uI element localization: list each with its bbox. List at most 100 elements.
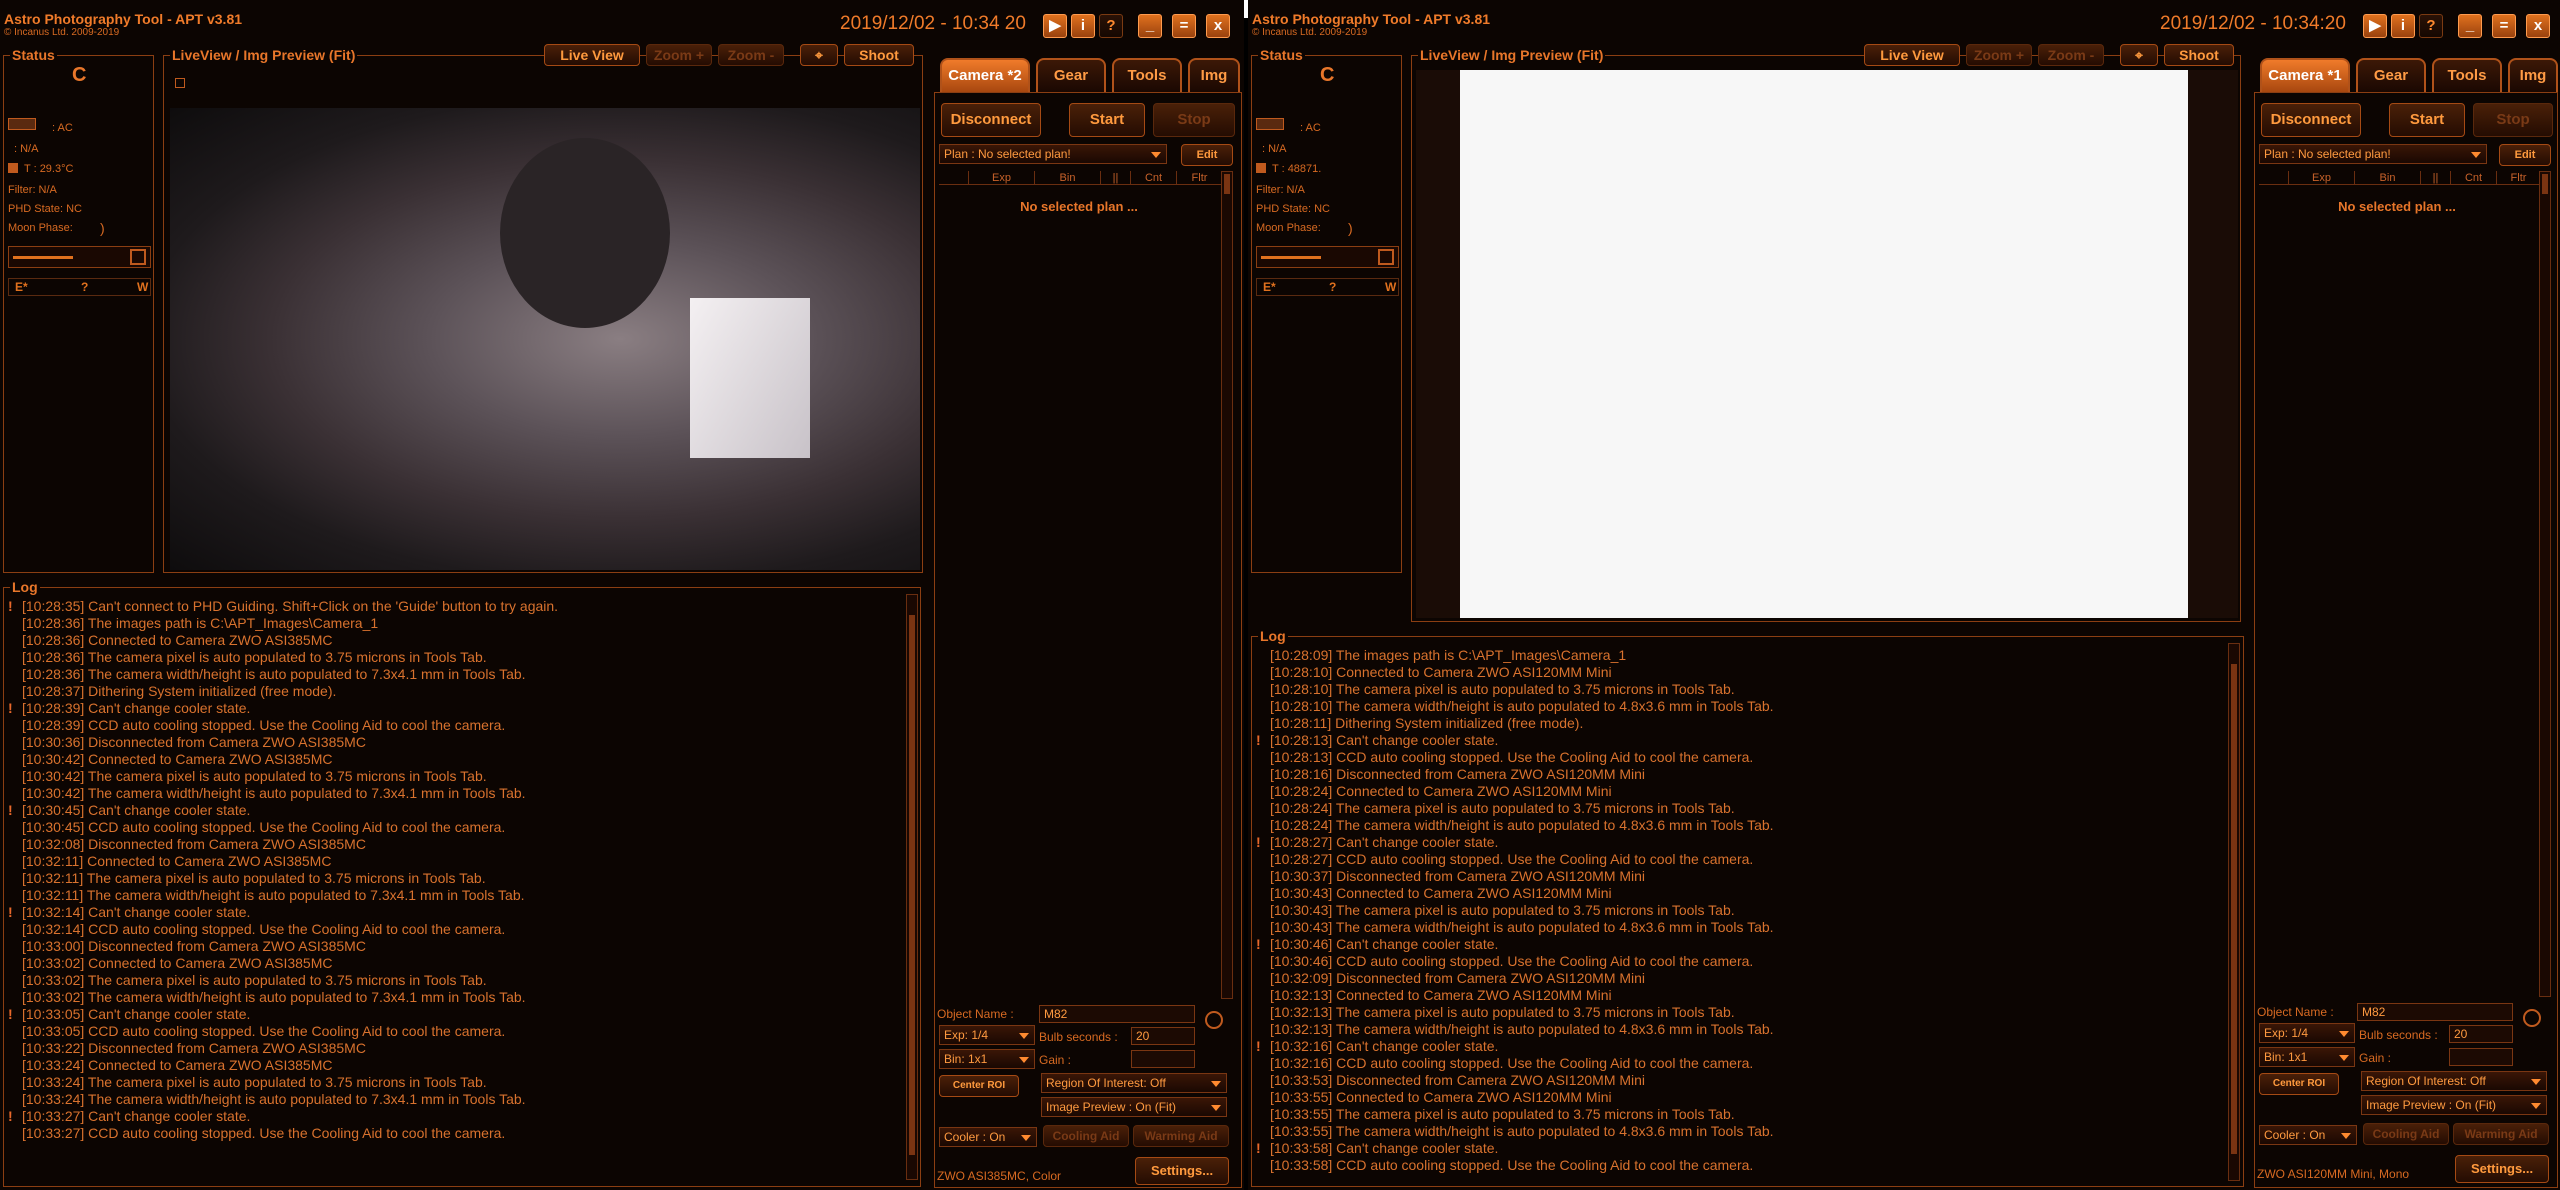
slider-control[interactable] xyxy=(8,246,151,268)
gain-input[interactable] xyxy=(1131,1050,1195,1068)
phd-state: PHD State: NC xyxy=(1256,203,1330,215)
log-label: Log xyxy=(1258,628,1288,644)
log-scrollbar[interactable] xyxy=(2228,643,2240,1181)
stop-button[interactable]: Stop xyxy=(1153,103,1235,137)
log-panel: Log ! [10:28:35] Can't connect to PHD Gui… xyxy=(3,579,921,1187)
zoom-in-button[interactable]: Zoom + xyxy=(1966,44,2032,66)
live-view-button[interactable]: Live View xyxy=(1864,44,1960,66)
play-icon[interactable]: ▶ xyxy=(2363,14,2387,38)
refresh-icon[interactable] xyxy=(2523,1009,2541,1027)
tab-camera[interactable]: Camera *2 xyxy=(940,58,1030,92)
log-line: [10:33:58] CCD auto cooling stopped. Use… xyxy=(1256,1157,2220,1174)
edit-plan-button[interactable]: Edit xyxy=(1181,144,1233,166)
exposure-dropdown[interactable]: Exp: 1/4 xyxy=(2259,1023,2355,1043)
image-preview-dropdown[interactable]: Image Preview : On (Fit) xyxy=(1041,1097,1227,1117)
image-preview-dropdown[interactable]: Image Preview : On (Fit) xyxy=(2361,1095,2547,1115)
refresh-icon[interactable] xyxy=(1205,1011,1223,1029)
roi-dropdown[interactable]: Region Of Interest: Off xyxy=(2361,1071,2547,1091)
plan-scroll-thumb[interactable] xyxy=(1224,174,1230,194)
slider-control[interactable] xyxy=(1256,246,1399,268)
tab-tools[interactable]: Tools xyxy=(2432,58,2502,92)
warming-aid-button[interactable]: Warming Aid xyxy=(2453,1123,2549,1145)
close-icon[interactable]: x xyxy=(1206,14,1230,38)
edit-plan-button[interactable]: Edit xyxy=(2499,144,2551,166)
liveview-checkbox[interactable] xyxy=(175,78,185,88)
log-line-text: [10:30:43] The camera pixel is auto popu… xyxy=(1270,902,1735,918)
minimize-icon[interactable]: _ xyxy=(1138,14,1162,38)
tab-img[interactable]: Img xyxy=(2508,58,2558,92)
log-line: ! [10:28:13] Can't change cooler state. xyxy=(1256,732,2220,749)
cooling-aid-button[interactable]: Cooling Aid xyxy=(1043,1125,1129,1147)
log-line: [10:32:13] The camera width/height is au… xyxy=(1256,1021,2220,1038)
close-icon[interactable]: x xyxy=(2526,14,2550,38)
bin-dropdown[interactable]: Bin: 1x1 xyxy=(939,1049,1035,1069)
bulb-seconds-input[interactable]: 20 xyxy=(1131,1027,1195,1045)
compass-mid: ? xyxy=(1329,280,1337,294)
log-line: [10:33:24] Connected to Camera ZWO ASI38… xyxy=(8,1057,898,1074)
log-line-text: [10:33:02] The camera width/height is au… xyxy=(22,989,526,1005)
log-line-text: [10:28:27] CCD auto cooling stopped. Use… xyxy=(1270,851,1754,867)
cooler-dropdown[interactable]: Cooler : On xyxy=(2259,1125,2357,1145)
log-line: [10:28:37] Dithering System initialized … xyxy=(8,683,898,700)
disconnect-button[interactable]: Disconnect xyxy=(2261,103,2361,137)
log-scroll-thumb[interactable] xyxy=(2231,664,2237,1154)
log-line: [10:28:27] CCD auto cooling stopped. Use… xyxy=(1256,851,2220,868)
zoom-out-button[interactable]: Zoom - xyxy=(718,44,784,66)
minimize-icon[interactable]: _ xyxy=(2458,14,2482,38)
help-icon[interactable]: ? xyxy=(2419,14,2443,38)
log-scroll-thumb[interactable] xyxy=(909,615,915,1155)
settings-button[interactable]: Settings... xyxy=(2455,1155,2549,1183)
gain-input[interactable] xyxy=(2449,1048,2513,1066)
log-scrollbar[interactable] xyxy=(906,594,918,1180)
cooler-dropdown[interactable]: Cooler : On xyxy=(939,1127,1037,1147)
tab-camera[interactable]: Camera *1 xyxy=(2260,58,2350,92)
zoom-in-button[interactable]: Zoom + xyxy=(646,44,712,66)
crosshair-icon[interactable]: ⌖ xyxy=(800,44,838,66)
warming-aid-button[interactable]: Warming Aid xyxy=(1133,1125,1229,1147)
info-icon[interactable]: i xyxy=(2391,14,2415,38)
crosshair-icon[interactable]: ⌖ xyxy=(2120,44,2158,66)
bulb-seconds-label: Bulb seconds : xyxy=(2359,1028,2438,1042)
info-icon[interactable]: i xyxy=(1071,14,1095,38)
settings-button[interactable]: Settings... xyxy=(1135,1157,1229,1185)
tab-gear[interactable]: Gear xyxy=(1036,58,1106,92)
plan-scrollbar[interactable] xyxy=(2539,171,2551,997)
cooling-aid-button[interactable]: Cooling Aid xyxy=(2363,1123,2449,1145)
slider-handle[interactable] xyxy=(1378,249,1394,265)
datetime: 2019/12/02 - 10:34 20 xyxy=(840,13,1026,34)
tab-gear[interactable]: Gear xyxy=(2356,58,2426,92)
log-line: [10:33:00] Disconnected from Camera ZWO … xyxy=(8,938,898,955)
plan-dropdown[interactable]: Plan : No selected plan! xyxy=(939,144,1167,164)
col-exp: Exp xyxy=(2289,171,2355,185)
start-button[interactable]: Start xyxy=(1069,103,1145,137)
play-icon[interactable]: ▶ xyxy=(1043,14,1067,38)
live-view-button[interactable]: Live View xyxy=(544,44,640,66)
plan-scrollbar[interactable] xyxy=(1221,171,1233,999)
exposure-dropdown[interactable]: Exp: 1/4 xyxy=(939,1025,1035,1045)
maximize-icon[interactable]: = xyxy=(1172,14,1196,38)
object-name-input[interactable]: M82 xyxy=(1039,1005,1195,1023)
zoom-out-button[interactable]: Zoom - xyxy=(2038,44,2104,66)
bin-dropdown[interactable]: Bin: 1x1 xyxy=(2259,1047,2355,1067)
stop-button[interactable]: Stop xyxy=(2473,103,2553,137)
disconnect-button[interactable]: Disconnect xyxy=(941,103,1041,137)
shoot-button[interactable]: Shoot xyxy=(844,44,914,66)
shoot-button[interactable]: Shoot xyxy=(2164,44,2234,66)
object-name-input[interactable]: M82 xyxy=(2357,1003,2513,1021)
start-button[interactable]: Start xyxy=(2389,103,2465,137)
log-line-text: [10:28:24] The camera pixel is auto popu… xyxy=(1270,800,1735,816)
center-roi-button[interactable]: Center ROI xyxy=(939,1075,1019,1097)
roi-dropdown[interactable]: Region Of Interest: Off xyxy=(1041,1073,1227,1093)
bulb-seconds-input[interactable]: 20 xyxy=(2449,1025,2513,1043)
log-list: [10:28:09] The images path is C:\APT_Ima… xyxy=(1256,647,2220,1174)
slider-handle[interactable] xyxy=(130,249,146,265)
help-icon[interactable]: ? xyxy=(1099,14,1123,38)
log-line: [10:33:27] CCD auto cooling stopped. Use… xyxy=(8,1125,898,1142)
plan-dropdown[interactable]: Plan : No selected plan! xyxy=(2259,144,2487,164)
maximize-icon[interactable]: = xyxy=(2492,14,2516,38)
center-roi-button[interactable]: Center ROI xyxy=(2259,1073,2339,1095)
plan-scroll-thumb[interactable] xyxy=(2542,174,2548,194)
tab-tools[interactable]: Tools xyxy=(1112,58,1182,92)
log-line: [10:33:55] The camera width/height is au… xyxy=(1256,1123,2220,1140)
tab-img[interactable]: Img xyxy=(1188,58,1240,92)
